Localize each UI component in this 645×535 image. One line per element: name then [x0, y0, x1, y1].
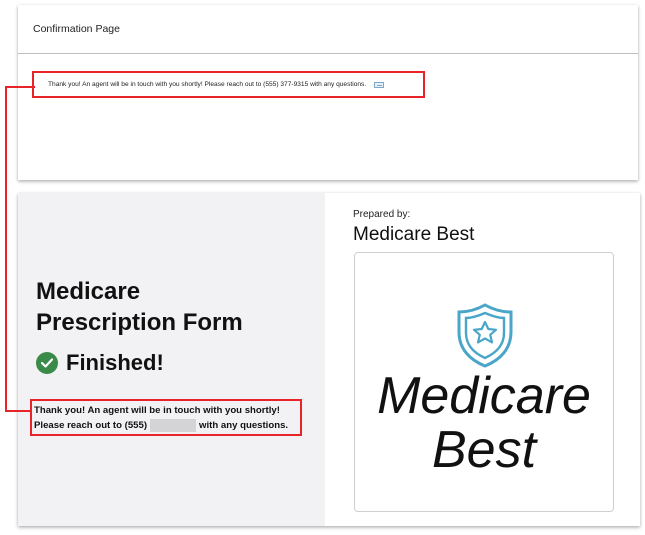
connector-vertical: [5, 86, 7, 412]
prepared-by-pane: Prepared by: Medicare Best Medicare Best: [325, 193, 640, 526]
connector-top-horizontal: [5, 86, 35, 88]
edit-icon[interactable]: [374, 81, 385, 88]
company-logo: Medicare Best: [354, 252, 614, 512]
logo-word-medicare: Medicare: [377, 367, 591, 425]
card-header: Confirmation Page: [18, 5, 638, 54]
company-name: Medicare Best: [353, 224, 475, 245]
confirmation-card: Confirmation Page Thank you! An agent wi…: [18, 5, 638, 180]
connector-bottom-horizontal: [5, 410, 31, 412]
form-message-line2: Please reach out to (555) with any quest…: [34, 418, 300, 433]
redacted-phone: [150, 419, 197, 432]
confirmation-message: Thank you! An agent will be in touch wit…: [48, 81, 367, 88]
form-message-line2-end: with any questions.: [199, 420, 289, 431]
form-message-line2-start: Please reach out to (555): [34, 420, 148, 431]
form-summary-pane: Medicare Prescription Form Finished! Tha…: [18, 193, 325, 526]
form-title: Medicare Prescription Form: [36, 276, 243, 338]
form-message-line1: Thank you! An agent will be in touch wit…: [34, 405, 280, 416]
check-circle-icon: [36, 352, 58, 374]
form-preview-card: Medicare Prescription Form Finished! Tha…: [18, 193, 640, 526]
form-title-line1: Medicare: [36, 278, 141, 305]
logo-word-best: Best: [431, 421, 537, 479]
status-row: Finished!: [36, 350, 164, 376]
page-title: Confirmation Page: [33, 23, 120, 35]
confirmation-message-highlight: Thank you! An agent will be in touch wit…: [32, 71, 425, 98]
shield-star-icon: [457, 303, 513, 368]
form-title-line2: Prescription Form: [36, 309, 243, 336]
form-message-highlight: Thank you! An agent will be in touch wit…: [30, 399, 302, 436]
stage: Confirmation Page Thank you! An agent wi…: [0, 0, 645, 535]
prepared-by-label: Prepared by:: [353, 209, 411, 220]
status-label: Finished!: [66, 350, 164, 375]
